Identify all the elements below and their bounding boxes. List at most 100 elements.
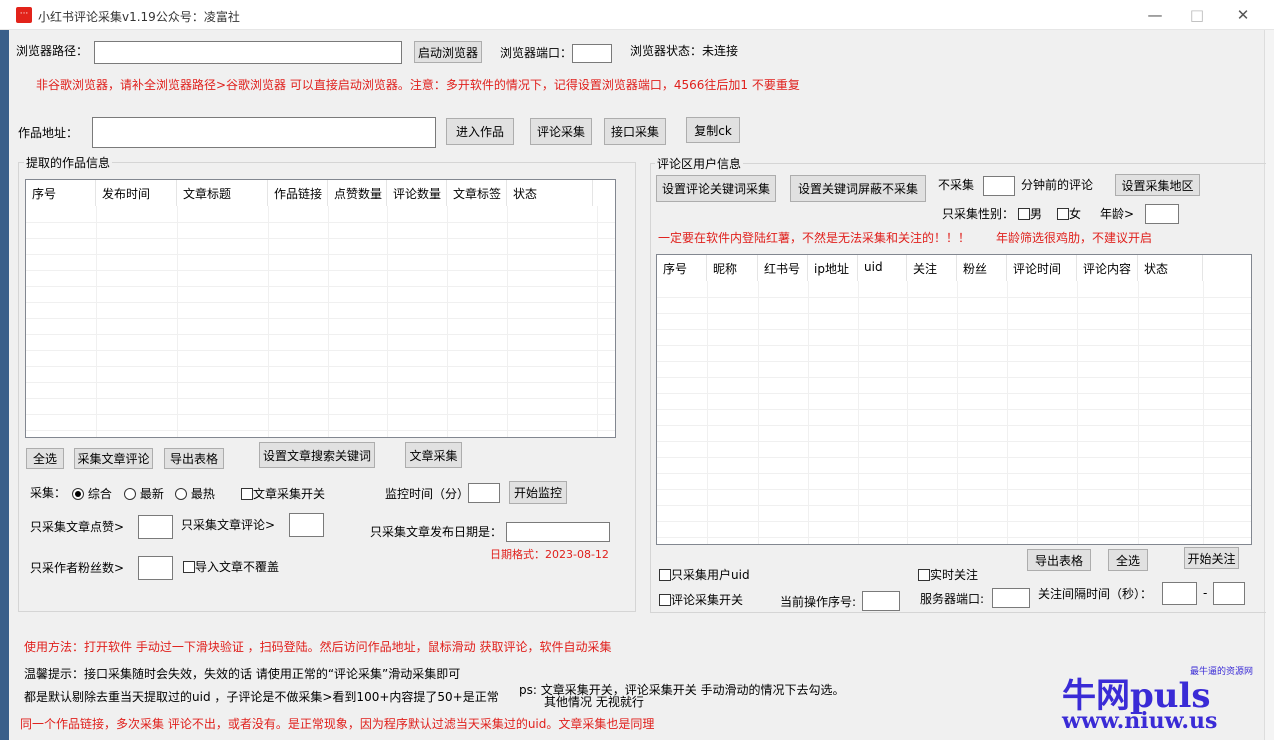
- skip-minutes-input[interactable]: [983, 176, 1015, 196]
- start-browser-button[interactable]: 启动浏览器: [414, 41, 482, 63]
- set-article-keyword-button[interactable]: 设置文章搜索关键词: [259, 442, 375, 468]
- enter-work-button[interactable]: 进入作品: [446, 118, 514, 145]
- column-header[interactable]: 状态: [507, 180, 593, 206]
- grid-line: [26, 302, 615, 303]
- monitor-time-input[interactable]: [468, 483, 500, 503]
- column-header[interactable]: 评论时间: [1007, 255, 1077, 281]
- column-header[interactable]: 文章标签: [447, 180, 507, 206]
- publish-date-input[interactable]: [506, 522, 610, 542]
- only-uid-checkbox[interactable]: 只采集用户uid: [659, 568, 750, 582]
- comment-users-table[interactable]: 序号 昵称 红书号 ip地址 uid 关注 粉丝 评论时间 评论内容 状态: [656, 254, 1252, 545]
- min-comments-input[interactable]: [289, 513, 324, 537]
- checkbox-icon: [659, 594, 671, 606]
- browser-note: 非谷歌浏览器，请补全浏览器路径>谷歌浏览器 可以直接启动浏览器。注意：多开软件的…: [36, 78, 800, 92]
- start-monitor-button[interactable]: 开始监控: [509, 481, 567, 504]
- interval-from-input[interactable]: [1162, 582, 1197, 605]
- export-works-button[interactable]: 导出表格: [164, 448, 224, 469]
- radio-icon: [175, 488, 187, 500]
- checkbox-icon: [241, 488, 253, 500]
- column-header[interactable]: 评论内容: [1077, 255, 1138, 281]
- footer-note: 同一个作品链接，多次采集 评论不出，或者没有。是正常现象，因为程序默认过滤当天采…: [20, 717, 655, 731]
- grid-line: [26, 350, 615, 351]
- min-fans-input[interactable]: [138, 556, 173, 580]
- collect-article-comments-button[interactable]: 采集文章评论: [74, 448, 153, 469]
- column-header[interactable]: 评论数量: [387, 180, 447, 206]
- usage-instructions: 使用方法：打开软件 手动过一下滑块验证 ，扫码登陆。然后访问作品地址，鼠标滑动 …: [24, 640, 612, 654]
- checkbox-icon: [1057, 208, 1069, 220]
- column-header[interactable]: 序号: [26, 180, 96, 206]
- column-header[interactable]: 状态: [1138, 255, 1203, 281]
- no-overwrite-checkbox[interactable]: 导入文章不覆盖: [183, 560, 279, 574]
- sort-option-latest[interactable]: 最新: [124, 487, 164, 501]
- grid-line: [26, 222, 615, 223]
- grid-line: [26, 270, 615, 271]
- column-header[interactable]: 发布时间: [96, 180, 177, 206]
- grid-line: [268, 206, 269, 437]
- set-comment-keyword-button[interactable]: 设置评论关键词采集: [656, 175, 776, 202]
- radio-icon: [124, 488, 136, 500]
- grid-line: [657, 505, 1251, 506]
- window-title: 小红书评论采集v1.19公众号：凌富社: [38, 10, 240, 24]
- start-follow-button[interactable]: 开始关注: [1184, 547, 1239, 569]
- watermark-url: www.niuw.us: [1062, 708, 1218, 734]
- select-all-works-button[interactable]: 全选: [26, 448, 64, 469]
- column-header[interactable]: 点赞数量: [328, 180, 387, 206]
- current-index-input[interactable]: [862, 591, 900, 611]
- minutes-label: 分钟前的评论: [1021, 178, 1094, 192]
- grid-line: [177, 206, 178, 437]
- work-table[interactable]: 序号 发布时间 文章标题 作品链接 点赞数量 评论数量 文章标签 状态: [25, 179, 616, 438]
- grid-line: [26, 382, 615, 383]
- column-header[interactable]: 文章标题: [177, 180, 268, 206]
- article-collect-button[interactable]: 文章采集: [405, 442, 462, 468]
- monitor-time-label: 监控时间（分）: [385, 487, 470, 501]
- select-all-users-button[interactable]: 全选: [1108, 549, 1148, 571]
- column-header[interactable]: 粉丝: [957, 255, 1007, 281]
- column-header[interactable]: 序号: [657, 255, 707, 281]
- column-header[interactable]: 作品链接: [268, 180, 328, 206]
- interval-to-input[interactable]: [1213, 582, 1245, 605]
- browser-status-label: 浏览器状态：未连接: [630, 44, 739, 58]
- realtime-follow-checkbox[interactable]: 实时关注: [918, 568, 978, 582]
- export-users-button[interactable]: 导出表格: [1027, 549, 1091, 571]
- copy-ck-button[interactable]: 复制ck: [686, 117, 740, 143]
- column-header[interactable]: 关注: [907, 255, 957, 281]
- comment-collect-button[interactable]: 评论采集: [530, 118, 592, 145]
- column-header[interactable]: 红书号: [758, 255, 808, 281]
- gender-male-checkbox[interactable]: 男: [1018, 207, 1042, 221]
- browser-port-input[interactable]: [572, 44, 612, 63]
- grid-line: [328, 206, 329, 437]
- browser-port-label: 浏览器端口：: [500, 46, 573, 60]
- close-icon[interactable]: ✕: [1220, 0, 1266, 30]
- login-warning: 一定要在软件内登陆红薯，不然是无法采集和关注的！！！: [658, 231, 971, 245]
- column-header[interactable]: uid: [858, 255, 907, 281]
- browser-path-input[interactable]: [94, 41, 402, 64]
- min-likes-label: 只采集文章点赞>: [30, 520, 125, 534]
- column-header[interactable]: ip地址: [808, 255, 858, 281]
- grid-line: [96, 206, 97, 437]
- grid-line: [657, 409, 1251, 410]
- api-collect-button[interactable]: 接口采集: [604, 118, 666, 145]
- min-likes-input[interactable]: [138, 515, 173, 539]
- desktop-edge: [0, 30, 9, 740]
- browser-path-label: 浏览器路径：: [16, 44, 89, 58]
- watermark-tagline: 最牛逼的资源网: [1190, 667, 1254, 677]
- maximize-icon[interactable]: □: [1174, 0, 1220, 30]
- comment-collect-switch[interactable]: 评论采集开关: [659, 593, 743, 607]
- minimize-icon[interactable]: —: [1132, 0, 1178, 30]
- tip-line-1: 温馨提示：接口采集随时会失效，失效的话 请使用正常的“评论采集”滑动采集即可: [24, 667, 461, 681]
- date-format-hint: 日期格式：2023-08-12: [490, 548, 609, 561]
- sort-option-hottest[interactable]: 最热: [175, 487, 215, 501]
- sort-option-comprehensive[interactable]: 综合: [72, 487, 112, 501]
- tip-line-2: 都是默认剔除去重当天提取过的uid ，子评论是不做采集>看到100+内容提了50…: [24, 690, 499, 704]
- set-block-keyword-button[interactable]: 设置关键词屏蔽不采集: [790, 175, 926, 202]
- age-input[interactable]: [1145, 204, 1179, 224]
- gender-female-checkbox[interactable]: 女: [1057, 207, 1081, 221]
- article-collect-switch[interactable]: 文章采集开关: [241, 487, 325, 501]
- server-port-input[interactable]: [992, 588, 1030, 608]
- column-header[interactable]: 昵称: [707, 255, 758, 281]
- grid-line: [26, 238, 615, 239]
- work-address-input[interactable]: [92, 117, 436, 148]
- browser-status-value: 未连接: [702, 44, 739, 58]
- xiaohongshu-icon: ···: [16, 7, 32, 23]
- set-region-button[interactable]: 设置采集地区: [1115, 174, 1200, 196]
